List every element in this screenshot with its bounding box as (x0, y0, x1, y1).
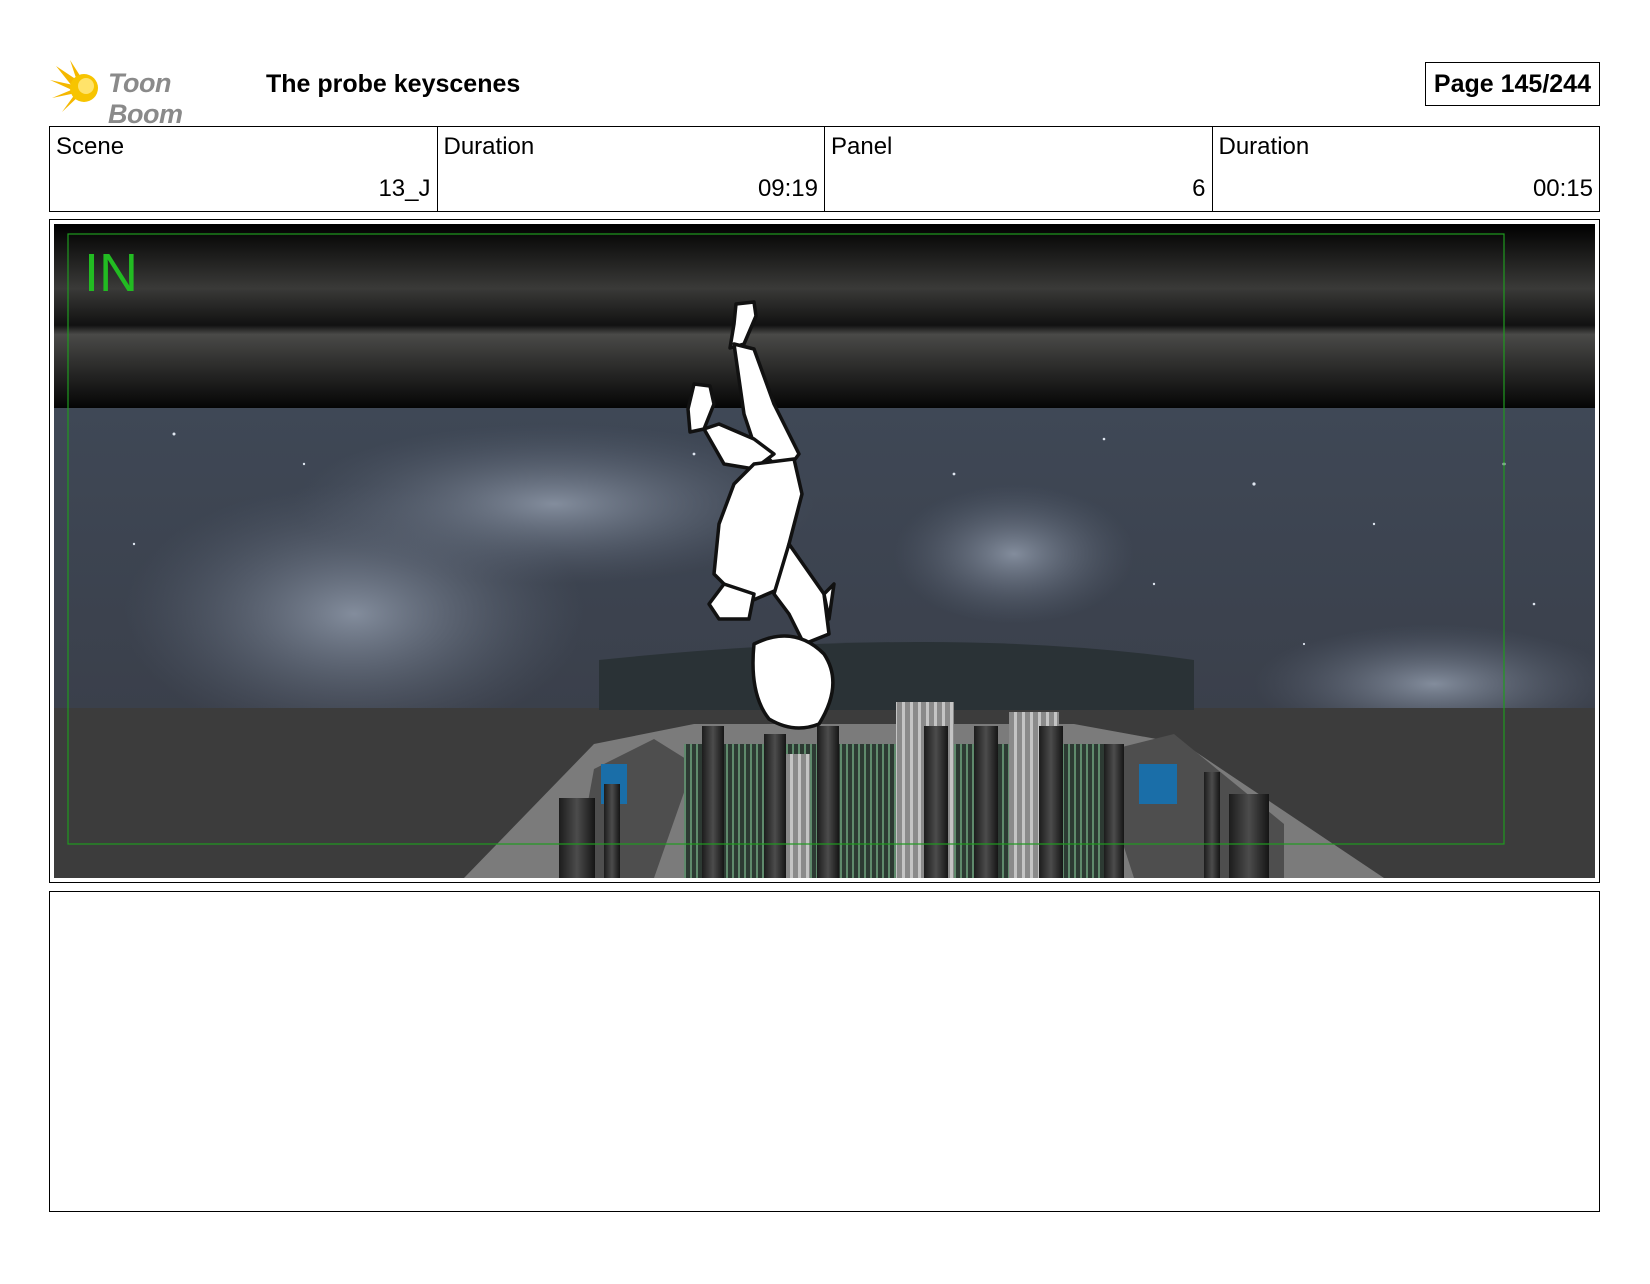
logo-wordmark: Toon Boom (108, 68, 183, 129)
panel-duration-cell: Duration 00:15 (1213, 127, 1600, 211)
ceiling (54, 224, 1595, 408)
panel-duration-value: 00:15 (1532, 175, 1593, 202)
panel-value: 6 (1192, 175, 1206, 202)
cloud (894, 484, 1134, 624)
scene-duration-cell: Duration 09:19 (438, 127, 825, 211)
striped-panel (784, 754, 810, 878)
scene-info-table: Scene 13_J Duration 09:19 Panel 6 Durati… (49, 126, 1600, 212)
project-title: The probe keyscenes (266, 70, 521, 98)
scene-duration-value: 09:19 (757, 175, 818, 202)
page-header: Toon Boom The probe keyscenes Page 145/2… (50, 56, 1600, 129)
panel-cell: Panel 6 (825, 127, 1213, 211)
scene-value: 13_J (378, 175, 431, 202)
panel-notes-box[interactable] (49, 891, 1600, 1212)
scene-label: Scene (56, 133, 125, 160)
page-number: Page 145/244 (1424, 62, 1600, 106)
scene-cell: Scene 13_J (50, 127, 438, 211)
storyboard-panel: IN (49, 219, 1600, 883)
panel-artwork (54, 224, 1595, 878)
scene-duration-label: Duration (443, 133, 535, 160)
in-marker-label: IN (84, 243, 138, 303)
panel-label: Panel (831, 133, 893, 160)
blue-screen (1139, 764, 1177, 804)
panel-duration-label: Duration (1218, 133, 1310, 160)
toon-boom-logo: Toon Boom (50, 58, 250, 129)
machine-back (599, 642, 1194, 710)
starburst-icon (50, 60, 98, 112)
